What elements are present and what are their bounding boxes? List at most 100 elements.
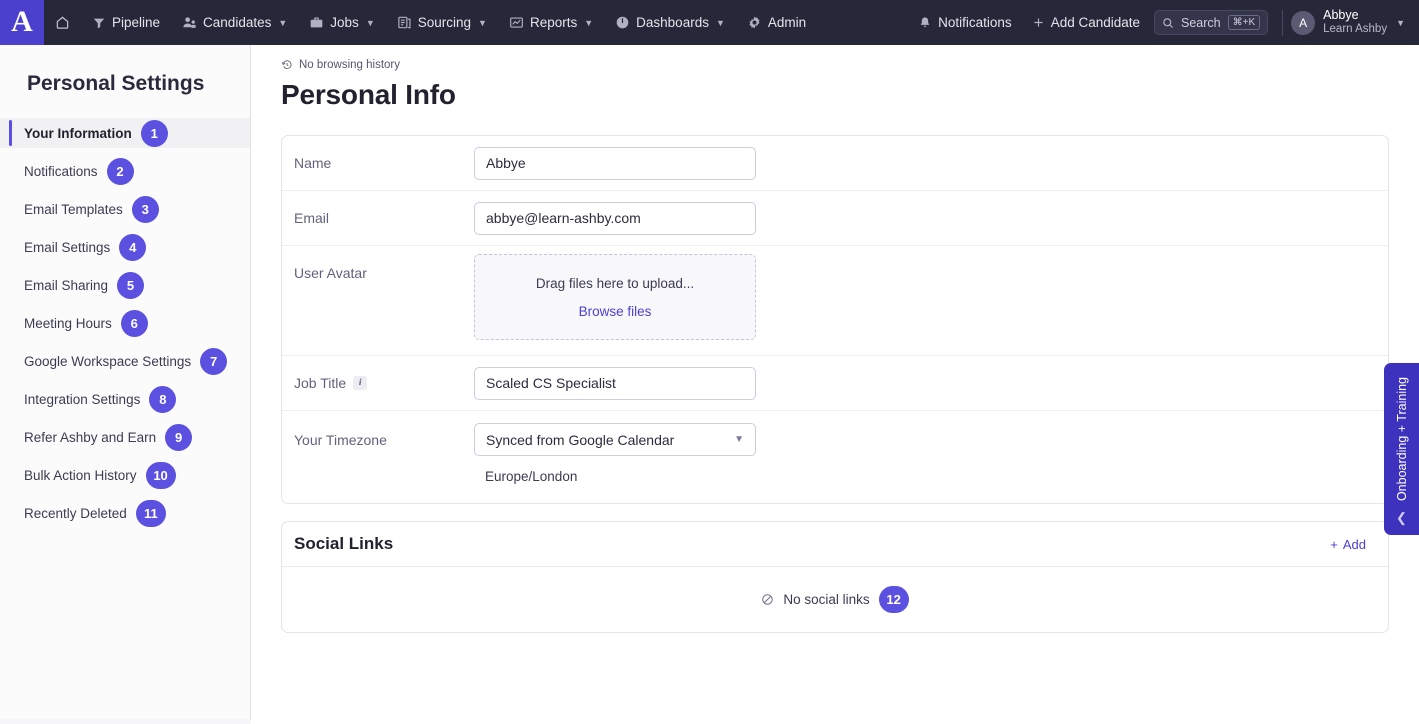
add-social-link-button[interactable]: + Add [1330,537,1366,552]
sidebar-item-label: Email Sharing [24,277,109,293]
horizontal-scrollbar[interactable] [0,719,251,724]
sidebar-item-your-information[interactable]: Your Information 1 [0,118,250,148]
personal-info-card: Name Abbye Email abbye@learn-ashby.com U… [281,135,1389,504]
social-links-header: Social Links + Add [282,522,1388,567]
sourcing-icon [397,15,412,30]
timezone-label: Your Timezone [294,411,474,448]
plus-icon [1032,16,1045,29]
sidebar-item-bulk-action-history[interactable]: Bulk Action History 10 [0,460,250,490]
notifications-button[interactable]: Notifications [908,0,1022,45]
sidebar-item-recently-deleted[interactable]: Recently Deleted 11 [0,498,250,528]
page-title: Personal Info [281,79,456,110]
nav-sourcing-label: Sourcing [417,15,472,30]
nav-admin[interactable]: Admin [736,0,817,45]
social-links-empty-state: No social links 12 [282,567,1388,632]
history-icon [281,59,293,71]
nav-dashboards[interactable]: Dashboards ▼ [604,0,736,45]
name-input[interactable]: Abbye [474,146,756,180]
step-badge: 3 [131,195,159,223]
nav-candidates[interactable]: Candidates ▼ [171,0,298,45]
sidebar-item-google-workspace-settings[interactable]: Google Workspace Settings 7 [0,346,250,376]
home-icon [55,15,70,30]
nav-jobs[interactable]: Jobs ▼ [298,0,385,45]
timezone-select[interactable]: Synced from Google Calendar ▼ [474,423,756,456]
sidebar-title: Personal Settings [27,72,205,95]
nav-right-group: Notifications Add Candidate Search ⌘+K A [908,0,1419,45]
sidebar-item-email-templates[interactable]: Email Templates 3 [0,194,250,224]
search-placeholder: Search [1181,15,1221,30]
nav-reports-label: Reports [529,15,578,30]
chevron-down-icon: ▼ [734,434,744,445]
social-links-empty-text: No social links [783,592,870,607]
nav-pipeline[interactable]: Pipeline [81,0,171,45]
top-navigation-bar: A Pipeline Candidates ▼ Jobs ▼ Sourcing … [0,0,1419,45]
chevron-down-icon: ▼ [478,17,487,28]
search-shortcut-badge: ⌘+K [1227,15,1261,30]
chevron-down-icon: ▼ [365,17,375,28]
sidebar-item-label: Bulk Action History [24,467,137,483]
funnel-icon [92,16,106,30]
nav-pipeline-label: Pipeline [112,15,161,30]
avatar-initial: A [1299,15,1308,30]
field-row-email: Email abbye@learn-ashby.com [282,191,1388,246]
gauge-icon [615,15,630,30]
field-row-user-avatar: User Avatar Drag files here to upload...… [282,246,1388,356]
timezone-select-value: Synced from Google Calendar [486,431,675,448]
user-name: Abbye [1323,8,1359,23]
chevron-down-icon: ▼ [278,17,288,28]
info-icon[interactable]: i [353,376,368,390]
add-candidate-button[interactable]: Add Candidate [1022,0,1150,45]
add-social-link-label: Add [1342,536,1366,552]
breadcrumb[interactable]: No browsing history [251,45,1419,71]
step-badge: 6 [120,309,148,337]
step-badge: 5 [117,271,145,299]
step-badge: 12 [878,586,909,613]
notifications-label: Notifications [938,15,1012,30]
job-title-label-text: Job Title [294,375,347,391]
nav-sourcing[interactable]: Sourcing ▼ [386,0,498,45]
sidebar-item-refer-ashby-and-earn[interactable]: Refer Ashby and Earn 9 [0,422,250,452]
sidebar-item-label: Meeting Hours [24,315,112,331]
step-badge: 10 [145,461,176,489]
user-avatar-label: User Avatar [294,246,474,281]
email-label: Email [294,210,474,226]
sidebar-item-notifications[interactable]: Notifications 2 [0,156,250,186]
sidebar-item-integration-settings[interactable]: Integration Settings 8 [0,384,250,414]
chevron-down-icon: ▼ [715,17,725,28]
field-row-job-title: Job Title i Scaled CS Specialist [282,356,1388,411]
sidebar-item-label: Google Workspace Settings [24,353,192,369]
sidebar-item-label: Recently Deleted [24,505,127,521]
sidebar-item-label: Email Templates [24,201,123,217]
nav-jobs-label: Jobs [330,15,359,30]
user-menu-button[interactable]: A Abbye Learn Ashby ▼ [1291,8,1411,36]
main-content: No browsing history Personal Info Name A… [251,45,1419,724]
search-input[interactable]: Search ⌘+K [1154,10,1269,35]
sidebar-item-email-settings[interactable]: Email Settings 4 [0,232,250,262]
avatar-dropzone[interactable]: Drag files here to upload... Browse file… [474,254,756,340]
nav-dashboards-label: Dashboards [636,15,709,30]
onboarding-training-drawer-tab[interactable]: Onboarding + Training ❮ [1384,363,1419,535]
people-icon [182,15,197,30]
app-logo[interactable]: A [0,0,44,45]
step-badge: 11 [135,499,166,527]
sidebar-item-email-sharing[interactable]: Email Sharing 5 [0,270,250,300]
nav-home[interactable] [44,0,81,45]
email-input[interactable]: abbye@learn-ashby.com [474,201,756,235]
nav-reports[interactable]: Reports ▼ [498,0,604,45]
sidebar-item-meeting-hours[interactable]: Meeting Hours 6 [0,308,250,338]
logo-letter-icon: A [11,4,33,38]
step-badge: 2 [106,157,134,185]
field-row-timezone: Your Timezone Synced from Google Calenda… [282,411,1388,503]
drawer-label: Onboarding + Training [1394,377,1409,502]
chevron-down-icon: ▼ [584,17,594,28]
user-org: Learn Ashby [1323,23,1388,36]
browse-files-link[interactable]: Browse files [579,304,652,319]
timezone-control: Synced from Google Calendar ▼ Europe/Lon… [474,411,1376,484]
step-badge: 7 [200,347,228,375]
social-links-title: Social Links [294,534,394,553]
user-text: Abbye Learn Ashby [1323,8,1387,36]
settings-sidebar: Personal Settings Your Information 1 Not… [0,45,251,724]
step-badge: 1 [140,119,168,147]
chevron-left-icon: ❮ [1396,510,1407,525]
job-title-input[interactable]: Scaled CS Specialist [474,366,756,400]
